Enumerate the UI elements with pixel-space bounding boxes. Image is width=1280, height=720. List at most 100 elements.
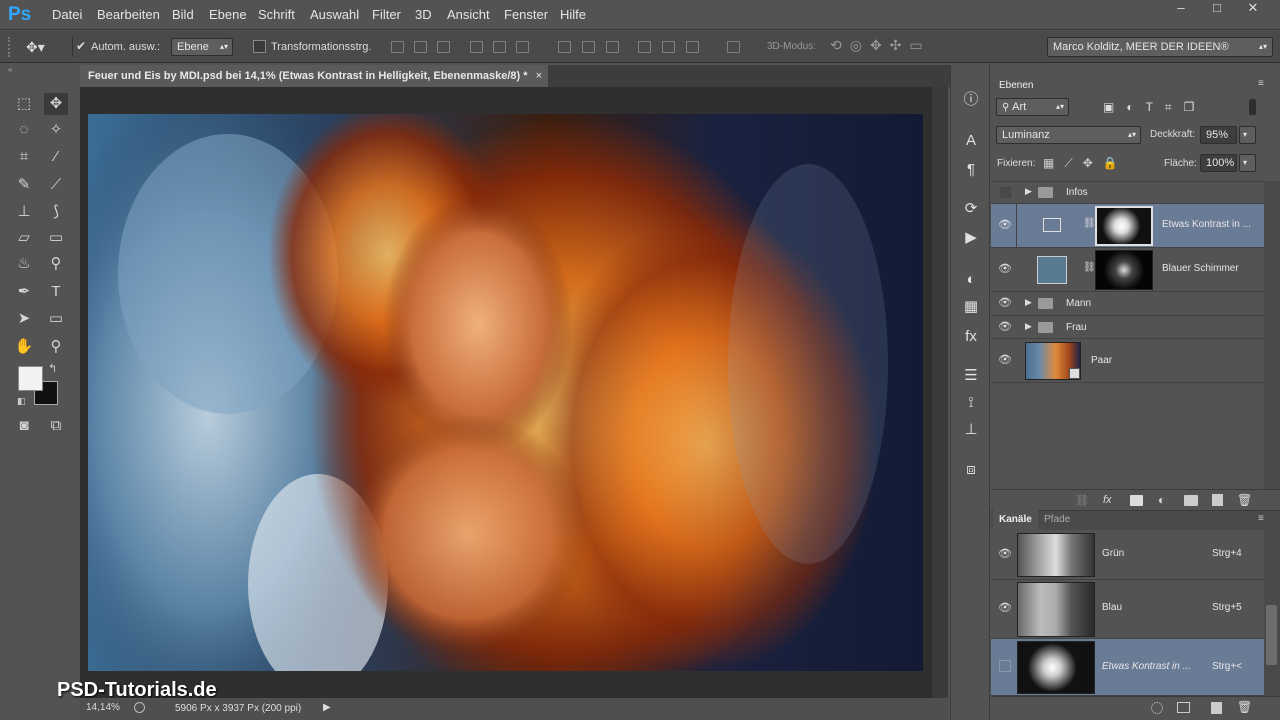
auto-align-icon[interactable]	[727, 41, 740, 53]
align-left-icon[interactable]	[470, 41, 483, 53]
close-window-button[interactable]: ✕	[1236, 0, 1270, 18]
gradient-tool-icon[interactable]: ▭	[44, 227, 68, 249]
menu-datei[interactable]: Datei	[52, 0, 82, 30]
menu-schrift[interactable]: Schrift	[258, 0, 295, 30]
info-panel-icon[interactable]: ⓘ	[959, 90, 983, 110]
menu-3d[interactable]: 3D	[415, 0, 432, 30]
layer-style-icon[interactable]: fx	[1103, 494, 1112, 506]
layer-row-frau[interactable]: 👁 ▶ Frau	[991, 316, 1264, 339]
eye-icon[interactable]: 👁	[997, 296, 1013, 309]
delete-channel-icon[interactable]: 🗑	[1237, 700, 1252, 714]
foreground-color-swatch[interactable]	[18, 366, 43, 391]
menu-fenster[interactable]: Fenster	[504, 0, 548, 30]
history-panel-icon[interactable]: ⟳	[959, 199, 983, 219]
panel-menu-icon[interactable]: ≡	[1258, 78, 1264, 89]
pen-tool-icon[interactable]: ✒	[12, 281, 36, 303]
group-expand-icon[interactable]: ▶	[1025, 321, 1032, 332]
status-menu-arrow-icon[interactable]: ▶	[323, 702, 331, 713]
menu-ebene[interactable]: Ebene	[209, 0, 247, 30]
lasso-tool-icon[interactable]: ◌	[12, 119, 36, 141]
fill-dropdown-icon[interactable]: ▾	[1239, 154, 1256, 172]
maximize-button[interactable]: □	[1200, 0, 1234, 18]
blur-tool-icon[interactable]: ♨	[12, 253, 36, 275]
visibility-toggle[interactable]	[999, 660, 1011, 672]
swatches-panel-icon[interactable]: ▦	[959, 297, 983, 317]
lock-icons[interactable]: ▦⟋✥🔒	[1043, 156, 1128, 171]
new-layer-icon[interactable]	[1212, 494, 1223, 506]
eraser-tool-icon[interactable]: ▱	[12, 227, 36, 249]
delete-layer-icon[interactable]: 🗑	[1237, 493, 1252, 507]
layers-scrollbar[interactable]	[1264, 181, 1280, 489]
close-tab-icon[interactable]: ×	[536, 65, 542, 87]
align-vcenter-icon[interactable]	[414, 41, 427, 53]
channel-thumbnail[interactable]	[1017, 533, 1095, 577]
link-icon[interactable]: ⛓	[1083, 262, 1096, 273]
align-right-icon[interactable]	[516, 41, 529, 53]
status-icon[interactable]	[134, 702, 145, 713]
channel-thumbnail[interactable]	[1017, 582, 1095, 637]
3d-mode-icons[interactable]: ⟲◎✥✣▭	[830, 37, 931, 53]
layer-row-kontrast[interactable]: 👁 ⛓ Etwas Kontrast in ...	[991, 204, 1264, 248]
link-layers-icon[interactable]: ⛓	[1075, 494, 1089, 507]
menu-filter[interactable]: Filter	[372, 0, 401, 30]
dodge-tool-icon[interactable]: ⚲	[44, 253, 68, 275]
visibility-toggle[interactable]	[1000, 187, 1011, 198]
workspace-dropdown[interactable]: Marco Kolditz, MEER DER IDEEN® ▴▾	[1047, 37, 1273, 57]
channel-row-gruen[interactable]: 👁 Grün Strg+4	[991, 530, 1264, 580]
adjustments-panel-icon[interactable]: ☰	[959, 366, 983, 386]
auto-select-checkbox[interactable]: ✔	[76, 40, 89, 53]
layer-mask-thumbnail[interactable]	[1095, 206, 1153, 246]
menu-bild[interactable]: Bild	[172, 0, 194, 30]
fill-input[interactable]: 100%	[1200, 154, 1237, 172]
fill-layer-thumbnail[interactable]	[1037, 256, 1067, 284]
clone-source-icon[interactable]: ⊥	[959, 420, 983, 440]
channels-menu-icon[interactable]: ≡	[1258, 513, 1264, 524]
menu-bearbeiten[interactable]: Bearbeiten	[97, 0, 160, 30]
distribute-bottom-icon[interactable]	[606, 41, 619, 53]
load-selection-icon[interactable]	[1151, 702, 1163, 714]
eye-icon[interactable]: 👁	[997, 262, 1013, 275]
eye-icon[interactable]: 👁	[997, 547, 1013, 560]
blend-mode-dropdown[interactable]: Luminanz ▴▾	[996, 126, 1141, 144]
menu-auswahl[interactable]: Auswahl	[310, 0, 359, 30]
transform-controls-checkbox[interactable]	[253, 40, 266, 53]
styles-panel-icon[interactable]: fx	[959, 327, 983, 347]
marquee-tool-icon[interactable]: ⬚	[12, 93, 36, 115]
canvas-vertical-scrollbar[interactable]	[932, 87, 948, 698]
new-group-icon[interactable]	[1184, 495, 1198, 506]
quick-mask-icon[interactable]: ◙	[12, 415, 36, 437]
align-top-icon[interactable]	[391, 41, 404, 53]
channels-scrollbar-thumb[interactable]	[1266, 605, 1277, 665]
type-tool-icon[interactable]: T	[44, 281, 68, 303]
brush-tool-icon[interactable]: ⟋	[44, 174, 68, 196]
screen-mode-icon[interactable]: ⧉	[44, 415, 68, 437]
align-hcenter-icon[interactable]	[493, 41, 506, 53]
tab-kanaele[interactable]: Kanäle	[993, 510, 1038, 530]
document-tab[interactable]: Feuer und Eis by MDI.psd bei 14,1% (Etwa…	[80, 65, 548, 87]
swap-colors-icon[interactable]: ↰	[48, 362, 57, 375]
minimize-button[interactable]: –	[1164, 0, 1198, 18]
new-channel-icon[interactable]	[1211, 702, 1222, 714]
crop-tool-icon[interactable]: ⌗	[12, 146, 36, 168]
zoom-tool-icon[interactable]: ⚲	[44, 336, 68, 358]
tab-pfade[interactable]: Pfade	[1038, 510, 1076, 530]
opacity-dropdown-icon[interactable]: ▾	[1239, 126, 1256, 144]
filter-type-icons[interactable]: ▣◐T⌗❐	[1103, 100, 1206, 115]
grip-handle[interactable]	[8, 37, 12, 57]
layer-mask-thumbnail[interactable]	[1095, 250, 1153, 290]
history-brush-icon[interactable]: ⟆	[44, 201, 68, 223]
magic-wand-icon[interactable]: ✧	[44, 119, 68, 141]
move-tool-icon[interactable]: ✥▾	[26, 39, 45, 55]
save-selection-icon[interactable]	[1177, 702, 1190, 713]
paragraph-panel-icon[interactable]: ¶	[959, 160, 983, 180]
zoom-level[interactable]: 14,14%	[86, 702, 120, 713]
distribute-right-icon[interactable]	[686, 41, 699, 53]
layer-row-blauer-schimmer[interactable]: 👁 ⛓ Blauer Schimmer	[991, 248, 1264, 292]
layer-row-mann[interactable]: 👁 ▶ Mann	[991, 292, 1264, 316]
hand-tool-icon[interactable]: ✋	[12, 336, 36, 358]
auto-select-dropdown[interactable]: Ebene ▴▾	[171, 38, 233, 56]
eye-icon[interactable]: 👁	[997, 320, 1013, 333]
group-expand-icon[interactable]: ▶	[1025, 186, 1032, 197]
distribute-vcenter-icon[interactable]	[582, 41, 595, 53]
opacity-input[interactable]: 95%	[1200, 126, 1237, 144]
